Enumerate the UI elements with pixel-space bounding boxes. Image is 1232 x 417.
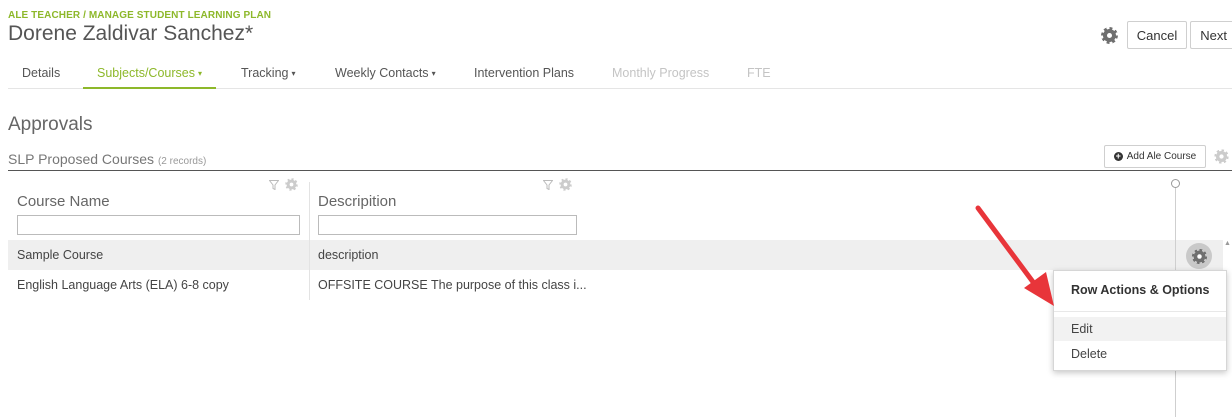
- grid-title-text: SLP Proposed Courses: [8, 151, 155, 167]
- tab-details[interactable]: Details: [22, 58, 60, 89]
- description-column-tools: [543, 178, 572, 191]
- column-gear-icon[interactable]: [286, 179, 297, 190]
- breadcrumb: ALE TEACHER / MANAGE STUDENT LEARNING PL…: [8, 10, 272, 21]
- menu-divider: [1054, 311, 1226, 312]
- menu-item-delete[interactable]: Delete: [1054, 342, 1226, 366]
- next-button[interactable]: Next: [1190, 21, 1232, 49]
- tab-fte: FTE: [747, 58, 771, 89]
- tab-label: Weekly Contacts: [335, 66, 429, 80]
- tab-weekly-contacts[interactable]: Weekly Contacts ▾: [335, 58, 436, 89]
- page-title: Dorene Zaldivar Sanchez*: [8, 22, 254, 45]
- tab-label: Tracking: [241, 66, 289, 80]
- course-name-column-tools: [269, 178, 298, 191]
- filter-icon[interactable]: [269, 179, 279, 190]
- gear-icon[interactable]: [1102, 28, 1116, 42]
- cancel-button[interactable]: Cancel: [1126, 21, 1188, 49]
- chevron-down-icon: ▾: [197, 69, 202, 78]
- column-header-description[interactable]: Descripition: [318, 193, 396, 210]
- grid-header-divider: [8, 170, 1232, 171]
- scroll-up-icon[interactable]: ▲: [1224, 240, 1231, 247]
- tab-label: FTE: [747, 66, 771, 80]
- column-divider: [309, 182, 310, 240]
- grid-settings-gear-icon[interactable]: [1215, 150, 1228, 163]
- column-gear-icon[interactable]: [560, 179, 571, 190]
- add-ale-course-label: Add Ale Course: [1126, 151, 1197, 162]
- row-actions-menu: Row Actions & Options Edit Delete: [1053, 270, 1227, 371]
- gear-icon: [1193, 250, 1205, 262]
- column-divider: [309, 240, 310, 300]
- grid-title: SLP Proposed Courses (2 records): [8, 151, 206, 167]
- tab-tracking[interactable]: Tracking ▾: [241, 58, 295, 89]
- tab-label: Subjects/Courses: [97, 66, 195, 80]
- menu-title: Row Actions & Options: [1071, 283, 1210, 297]
- annotation-arrow-icon: [975, 205, 1054, 306]
- description-cell: OFFSITE COURSE The purpose of this class…: [318, 278, 587, 292]
- filter-icon[interactable]: [543, 179, 553, 190]
- tab-label: Monthly Progress: [612, 66, 710, 80]
- tab-monthly-progress: Monthly Progress: [612, 58, 709, 89]
- tab-label: Intervention Plans: [474, 66, 575, 80]
- chevron-down-icon: ▾: [291, 69, 296, 78]
- row-actions-button[interactable]: [1186, 243, 1212, 269]
- course-name-filter-input[interactable]: [17, 215, 300, 235]
- top-actions: Cancel Next: [1102, 21, 1232, 49]
- description-cell: description: [318, 248, 379, 262]
- tab-subjects-courses[interactable]: Subjects/Courses ▾: [83, 58, 216, 89]
- tab-intervention-plans[interactable]: Intervention Plans: [474, 58, 574, 89]
- course-name-cell: English Language Arts (ELA) 6-8 copy: [17, 278, 229, 292]
- column-header-course-name[interactable]: Course Name: [17, 193, 110, 210]
- column-resize-handle[interactable]: [1171, 179, 1180, 188]
- menu-item-edit[interactable]: Edit: [1054, 317, 1226, 341]
- chevron-down-icon: ▾: [431, 69, 436, 78]
- tab-label: Details: [22, 66, 61, 80]
- record-count: (2 records): [157, 156, 207, 167]
- description-filter-input[interactable]: [318, 215, 577, 235]
- section-title: Approvals: [8, 114, 93, 135]
- plus-circle-icon: +: [1113, 151, 1123, 161]
- add-ale-course-button[interactable]: + Add Ale Course: [1104, 145, 1206, 168]
- tab-bar: Details Subjects/Courses ▾ Tracking ▾ Week…: [8, 58, 1232, 89]
- course-name-cell: Sample Course: [17, 248, 104, 262]
